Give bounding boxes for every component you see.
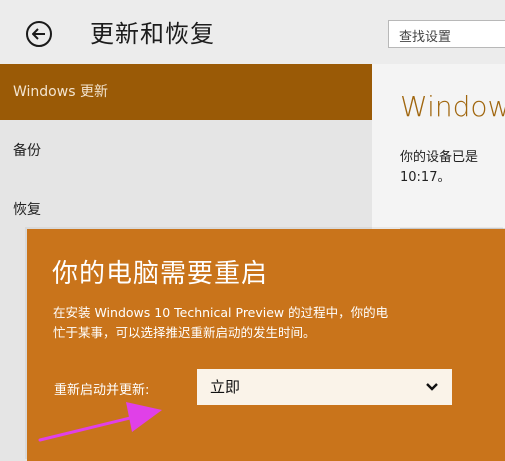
sidebar-item-backup[interactable]: 备份	[0, 123, 372, 179]
header-bar: 更新和恢复 查找设置	[0, 0, 505, 64]
restart-dialog: 你的电脑需要重启 在安装 Windows 10 Technical Previe…	[27, 229, 505, 461]
search-input[interactable]: 查找设置	[388, 20, 505, 48]
back-button[interactable]	[26, 21, 52, 47]
settings-window: 更新和恢复 查找设置 Windows 更新 备份 恢复 Window 你的设备已…	[0, 0, 505, 461]
restart-label: 重新启动并更新:	[54, 383, 150, 398]
update-status-text: 你的设备已是 10:17。	[400, 150, 479, 185]
restart-time-select[interactable]: 立即	[197, 369, 452, 405]
dialog-title: 你的电脑需要重启	[52, 259, 269, 289]
content-title: Window	[400, 90, 505, 123]
dialog-message: 在安装 Windows 10 Technical Preview 的过程中，你的…	[53, 305, 389, 340]
back-arrow-icon	[32, 28, 45, 40]
restart-select-value: 立即	[210, 378, 241, 396]
page-title: 更新和恢复	[90, 20, 215, 48]
chevron-down-icon	[426, 383, 438, 391]
sidebar-item-windows-update[interactable]: Windows 更新	[0, 64, 372, 120]
